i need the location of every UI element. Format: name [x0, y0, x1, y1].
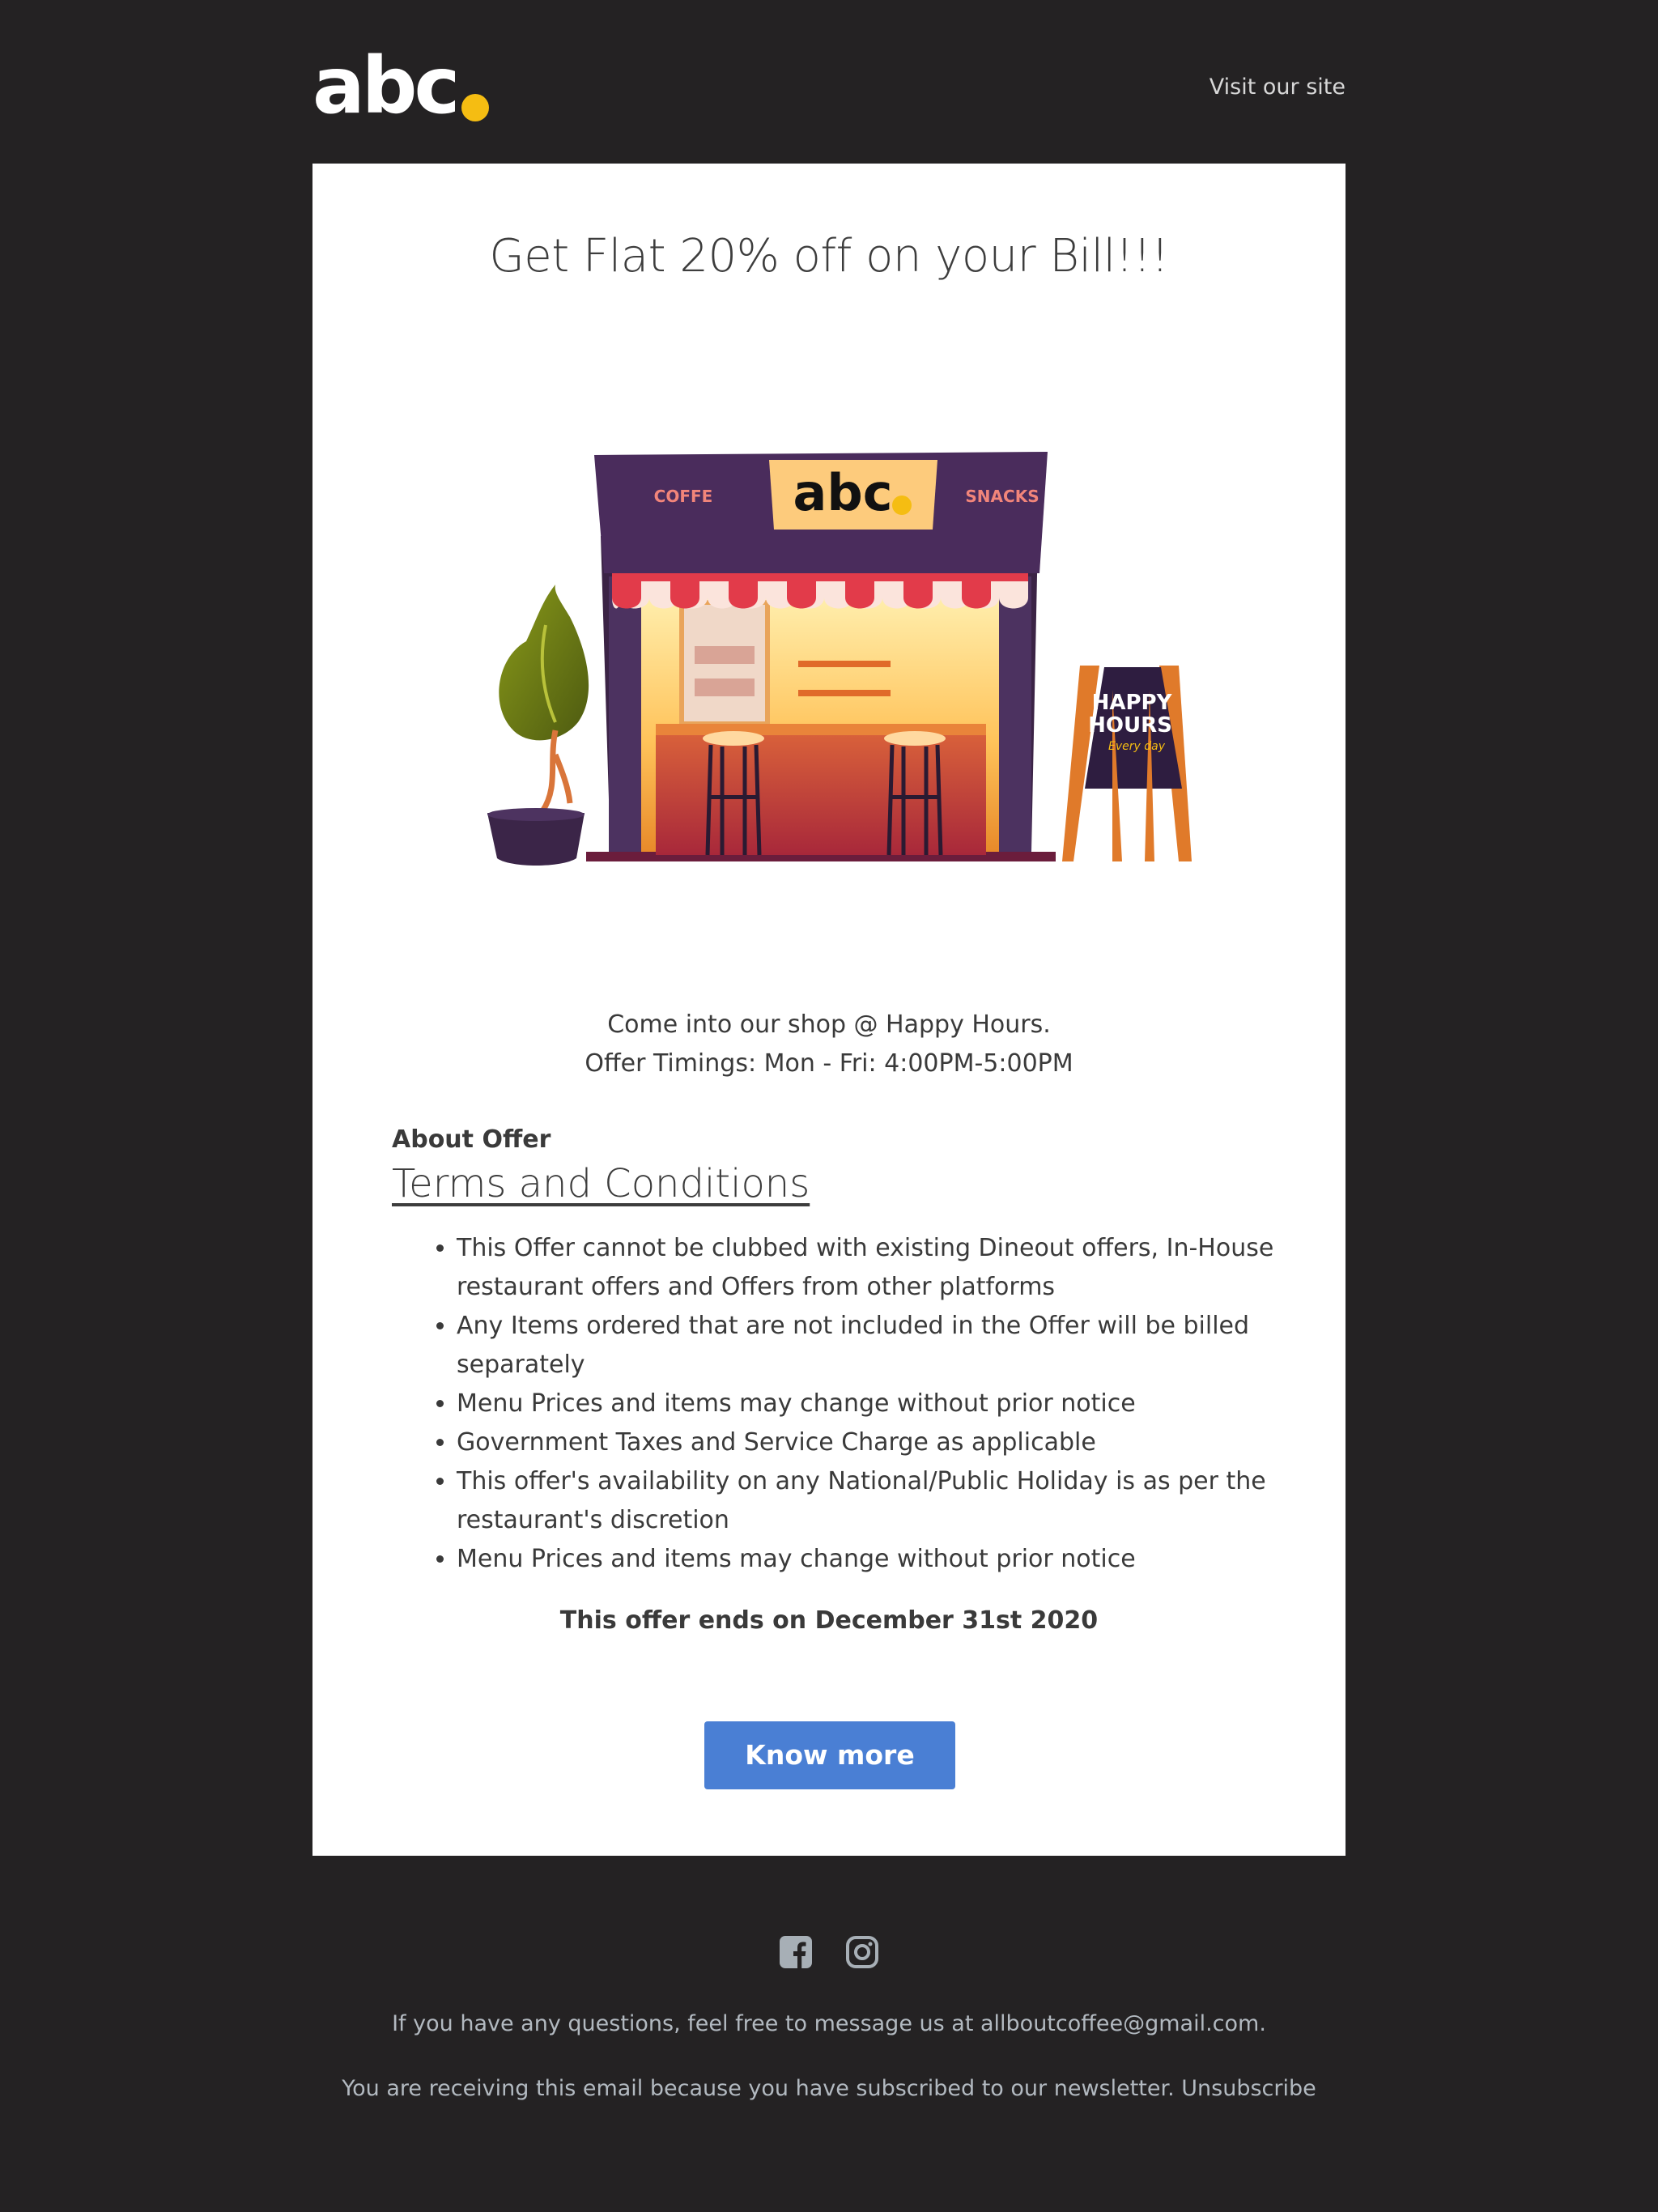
offer-timings: Offer Timings: Mon - Fri: 4:00PM-5:00PM	[585, 1049, 1073, 1078]
know-more-button[interactable]: Know more	[704, 1721, 955, 1789]
terms-item: This offer's availability on any Nationa…	[457, 1462, 1274, 1540]
terms-item: Menu Prices and items may change without…	[457, 1385, 1274, 1423]
board-line-everyday: Every day	[1108, 740, 1166, 753]
offer-end-date: This offer ends on December 31st 2020	[559, 1606, 1099, 1635]
kiosk-sign-coffee: COFFE	[654, 487, 713, 506]
terms-item: This Offer cannot be clubbed with existi…	[457, 1229, 1274, 1307]
email-footer: If you have any questions, feel free to …	[0, 1935, 1658, 2101]
brand-logo-dot	[461, 94, 490, 121]
happy-hours-board: HAPPY HOURS Every day	[1062, 666, 1192, 861]
terms-item: Any Items ordered that are not included …	[457, 1307, 1274, 1385]
facebook-icon[interactable]	[779, 1935, 813, 1969]
questions-text: If you have any questions, feel free to …	[392, 2011, 1266, 2036]
instagram-icon[interactable]	[845, 1935, 879, 1969]
kiosk-sign-snacks: SNACKS	[965, 487, 1039, 506]
terms-item: Government Taxes and Service Charge as a…	[457, 1423, 1274, 1462]
terms-list: This Offer cannot be clubbed with existi…	[392, 1229, 1274, 1579]
email-header: abc Visit our site	[312, 44, 1346, 133]
offer-headline: Get Flat 20% off on your Bill!!!	[489, 230, 1169, 283]
subscription-notice: You are receiving this email because you…	[0, 2076, 1658, 2101]
visit-site-link[interactable]: Visit our site	[1209, 74, 1346, 100]
unsubscribe-link[interactable]: Unsubscribe	[1181, 2076, 1316, 2101]
brand-logo-text: abc	[312, 40, 460, 131]
about-offer-label: About Offer	[392, 1125, 551, 1154]
email-card: Get Flat 20% off on your Bill!!! abc COF…	[312, 164, 1346, 1856]
shop-illustration: abc COFFE SNACKS HAPPY HOURS Every day	[487, 452, 1192, 866]
potted-plant	[487, 585, 589, 866]
terms-item: Menu Prices and items may change without…	[457, 1540, 1274, 1579]
subscription-text: You are receiving this email because you…	[342, 2076, 1175, 2101]
awning-scallops	[612, 581, 1028, 609]
intro-line: Come into our shop @ Happy Hours.	[607, 1010, 1051, 1039]
kiosk-sign-logo: abc	[793, 463, 893, 522]
shop-kiosk: abc COFFE SNACKS	[586, 452, 1056, 861]
board-line-hours: HOURS	[1088, 713, 1172, 738]
terms-title: Terms and Conditions	[392, 1161, 810, 1206]
offer-intro: Come into our shop @ Happy Hours. Offer …	[312, 1006, 1346, 1083]
social-links	[0, 1935, 1658, 1977]
brand-logo[interactable]: abc	[312, 40, 490, 131]
board-line-happy: HAPPY	[1092, 691, 1173, 715]
